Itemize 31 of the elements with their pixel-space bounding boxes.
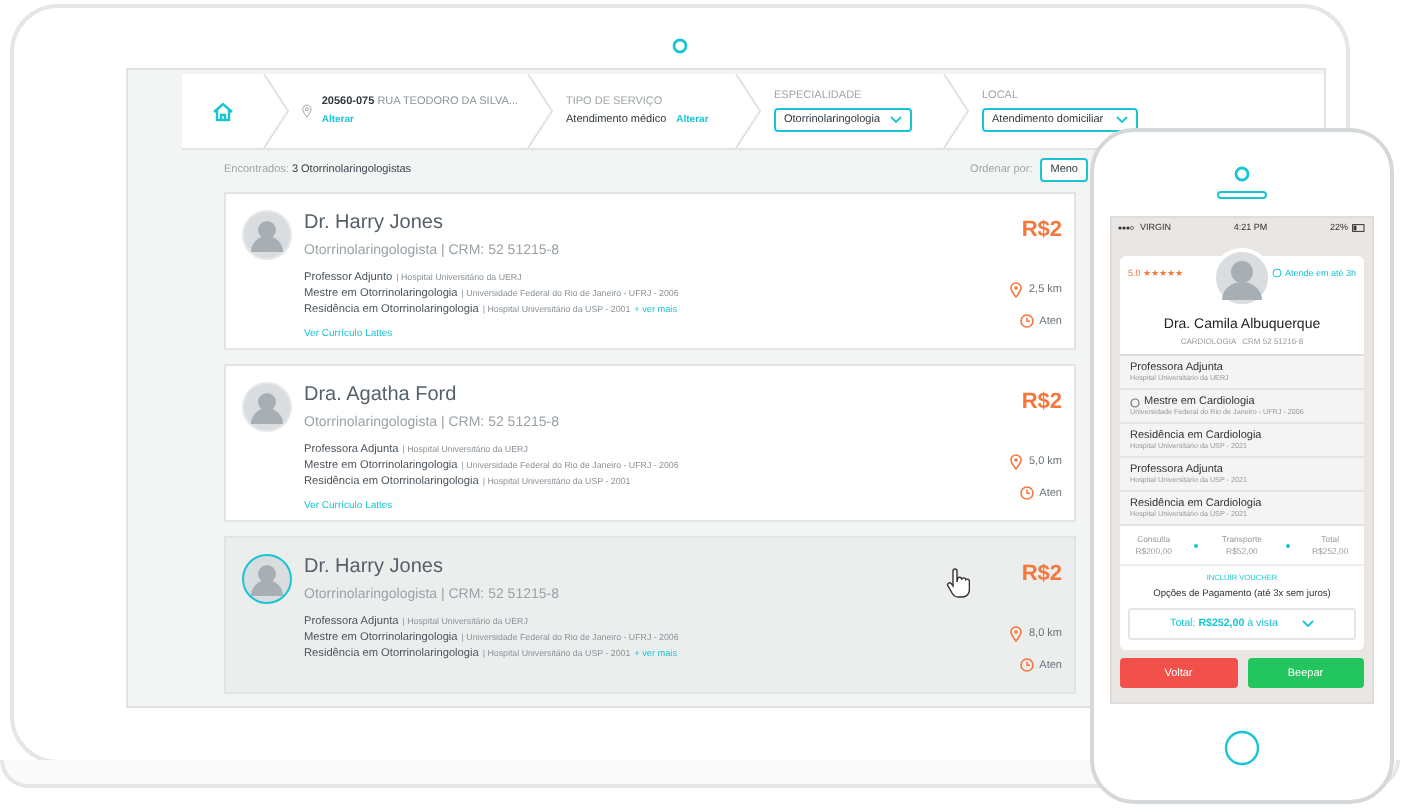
location-pin-icon xyxy=(1010,282,1023,298)
home-icon[interactable] xyxy=(211,101,233,121)
clock-icon xyxy=(1272,268,1283,278)
caret-icon xyxy=(1116,116,1128,124)
caret-icon xyxy=(1301,620,1314,628)
caret-icon xyxy=(890,116,902,124)
battery-icon xyxy=(1351,223,1366,231)
clock-icon xyxy=(1019,314,1034,328)
avatar-icon xyxy=(242,382,292,432)
speaker-icon xyxy=(1216,190,1268,200)
price: R$2 xyxy=(1021,562,1062,586)
price: R$2 xyxy=(1021,218,1062,242)
location-pin-icon xyxy=(302,100,312,122)
doctor-card[interactable] xyxy=(224,536,1076,694)
camera-icon xyxy=(672,38,688,54)
avatar-icon xyxy=(242,554,292,604)
doctor-card[interactable] xyxy=(224,192,1076,350)
home-button-icon[interactable] xyxy=(1224,730,1260,766)
price: R$2 xyxy=(1021,390,1062,414)
radio-icon[interactable] xyxy=(1130,397,1140,407)
location-pin-icon xyxy=(1010,454,1023,470)
hand-cursor-icon xyxy=(946,568,970,598)
doctor-card[interactable] xyxy=(224,364,1076,522)
doctor-name: Dr. Harry Jones xyxy=(304,212,445,236)
clock-icon xyxy=(1019,486,1034,500)
doctor-name: Dr. Harry Jones xyxy=(304,556,445,580)
location-pin-icon xyxy=(1010,626,1023,642)
clock-icon xyxy=(1019,658,1034,672)
camera-icon xyxy=(1234,166,1250,182)
doctor-name: Dra. Agatha Ford xyxy=(304,384,459,408)
avatar-icon xyxy=(242,210,292,260)
